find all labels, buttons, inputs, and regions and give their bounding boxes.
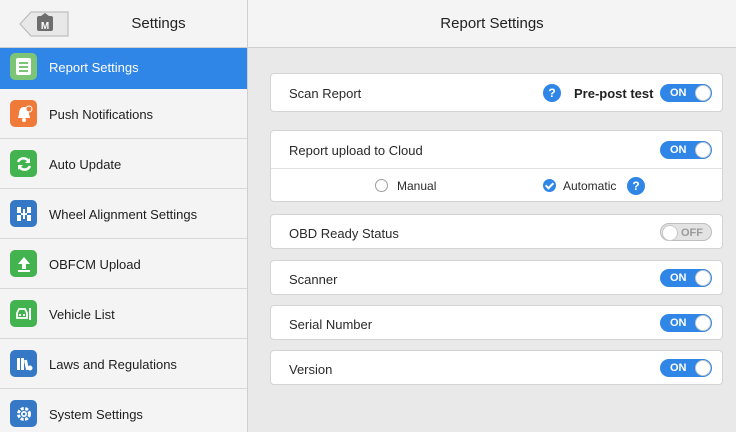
sidebar-item-push-notifications[interactable]: Push Notifications — [0, 89, 247, 139]
sidebar-item-vehicle-list[interactable]: Vehicle List — [0, 289, 247, 339]
scan-report-label: Scan Report — [289, 86, 362, 101]
sidebar-header: M Settings — [0, 0, 247, 48]
sidebar-item-label: System Settings — [49, 407, 143, 422]
obd-ready-row: OBD Ready Status OFF — [270, 214, 723, 249]
serial-number-label: Serial Number — [289, 317, 373, 332]
home-button[interactable]: M — [18, 10, 70, 38]
sidebar-item-label: Push Notifications — [49, 107, 154, 122]
sidebar-item-report-settings[interactable]: Report Settings — [0, 48, 247, 89]
refresh-icon — [10, 150, 37, 177]
cloud-upload-label: Report upload to Cloud — [289, 143, 423, 158]
home-icon: M — [19, 11, 69, 37]
manual-radio[interactable] — [375, 179, 388, 192]
report-icon — [10, 53, 37, 80]
automatic-radio[interactable] — [543, 179, 556, 192]
sidebar-item-label: Wheel Alignment Settings — [49, 207, 198, 222]
sidebar: Report Settings Push Notifications Auto … — [0, 48, 247, 432]
scan-report-toggle[interactable]: ON — [660, 84, 712, 102]
help-icon[interactable]: ? — [627, 177, 645, 195]
svg-text:M: M — [41, 21, 49, 32]
cloud-upload-card: Report upload to Cloud ON Manual Automat… — [270, 130, 723, 202]
automatic-label: Automatic — [563, 179, 617, 193]
serial-number-toggle[interactable]: ON — [660, 314, 712, 332]
help-icon[interactable]: ? — [543, 84, 561, 102]
sidebar-item-label: Laws and Regulations — [49, 357, 177, 372]
scanner-row: Scanner ON — [270, 260, 723, 295]
sidebar-item-auto-update[interactable]: Auto Update — [0, 139, 247, 189]
vehicle-list-icon — [10, 300, 37, 327]
obd-ready-toggle[interactable]: OFF — [660, 223, 712, 241]
sidebar-item-system-settings[interactable]: System Settings — [0, 389, 247, 432]
pre-post-test-label: Pre-post test — [574, 86, 654, 101]
serial-number-row: Serial Number ON — [270, 305, 723, 340]
manual-label: Manual — [397, 179, 437, 193]
sidebar-item-laws-regulations[interactable]: Laws and Regulations — [0, 339, 247, 389]
sidebar-item-label: OBFCM Upload — [49, 257, 141, 272]
version-toggle[interactable]: ON — [660, 359, 712, 377]
obd-ready-label: OBD Ready Status — [289, 226, 399, 241]
wheel-alignment-icon — [10, 200, 37, 227]
sidebar-item-obfcm-upload[interactable]: OBFCM Upload — [0, 239, 247, 289]
card-divider — [271, 168, 722, 169]
sidebar-item-label: Vehicle List — [49, 307, 115, 322]
sidebar-item-label: Report Settings — [49, 60, 139, 75]
bell-icon — [10, 100, 37, 127]
cloud-upload-toggle[interactable]: ON — [660, 141, 712, 159]
books-icon — [10, 350, 37, 377]
upload-icon — [10, 250, 37, 277]
scan-report-row: Scan Report ? Pre-post test ON — [270, 73, 723, 112]
sidebar-item-label: Auto Update — [49, 157, 122, 172]
gear-icon — [10, 400, 37, 427]
sidebar-item-wheel-alignment[interactable]: Wheel Alignment Settings — [0, 189, 247, 239]
version-label: Version — [289, 362, 333, 377]
scanner-toggle[interactable]: ON — [660, 269, 712, 287]
panel-divider — [247, 0, 248, 432]
version-row: Version ON — [270, 350, 723, 385]
page-title: Report Settings — [248, 0, 736, 48]
scanner-label: Scanner — [289, 272, 338, 287]
sidebar-title: Settings — [131, 15, 186, 32]
